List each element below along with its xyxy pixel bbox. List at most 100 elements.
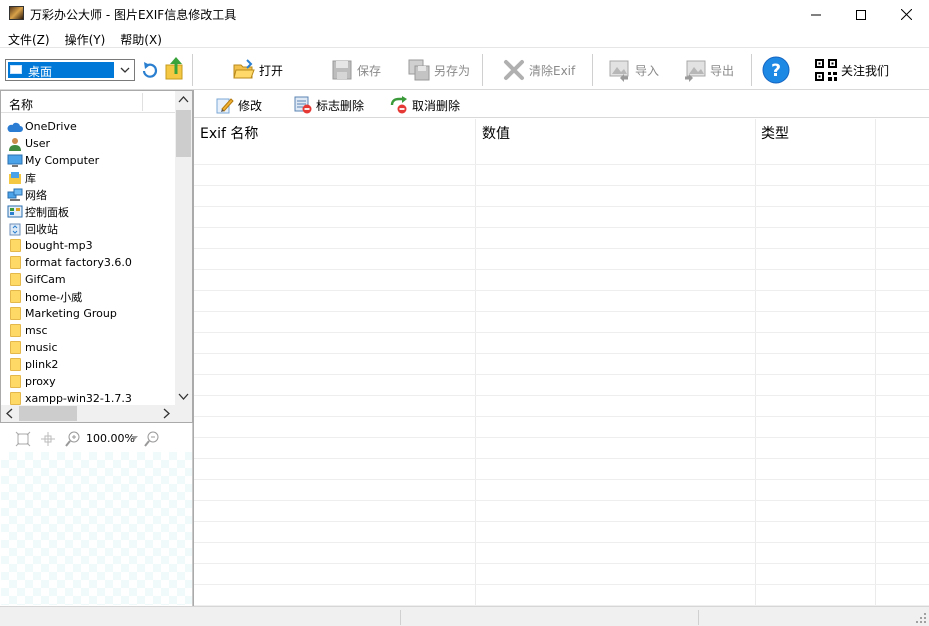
table-row-divider <box>194 248 929 249</box>
column-header-type[interactable]: 类型 <box>761 123 789 143</box>
tree-vertical-scrollbar[interactable] <box>175 91 192 407</box>
maximize-button[interactable] <box>838 0 884 29</box>
save-button-label: 保存 <box>357 63 382 78</box>
location-combobox[interactable]: 桌面 <box>5 59 135 81</box>
tree-item[interactable]: home-小威 <box>1 288 175 305</box>
menu-help[interactable]: 帮助(X) <box>112 29 169 47</box>
table-row-divider <box>194 311 929 312</box>
scroll-corner <box>175 405 192 422</box>
cancel-delete-button[interactable]: 取消删除 <box>390 95 460 115</box>
tree-vertical-scroll-thumb[interactable] <box>176 110 191 157</box>
status-cell-divider <box>698 610 699 625</box>
tree-item[interactable]: 库 <box>1 169 175 186</box>
folder-tree[interactable]: 名称 OneDrive User My Computer 库网络 控制面板 回收站 boug… <box>0 90 193 423</box>
scroll-left-icon <box>6 408 13 419</box>
table-row-divider <box>194 563 929 564</box>
folder-up-icon <box>165 57 183 80</box>
minimize-button[interactable] <box>793 0 839 29</box>
tree-item[interactable]: 控制面板 <box>1 203 175 220</box>
table-row-divider <box>194 185 929 186</box>
minimize-icon <box>811 14 821 15</box>
column-header-exif-name[interactable]: Exif 名称 <box>200 123 258 143</box>
mark-delete-button[interactable]: 标志删除 <box>294 95 364 115</box>
column-header-value[interactable]: 数值 <box>482 123 510 143</box>
svg-text:?: ? <box>771 61 781 81</box>
menu-file[interactable]: 文件(Z) <box>0 29 57 47</box>
save-as-button-label: 另存为 <box>434 63 471 78</box>
tree-item[interactable]: Marketing Group <box>1 305 175 322</box>
export-button-label: 导出 <box>710 63 735 78</box>
folder-icon <box>7 273 23 287</box>
tree-item[interactable]: msc <box>1 322 175 339</box>
actual-size-icon[interactable] <box>40 431 56 447</box>
table-row-divider <box>194 290 929 291</box>
table-row-divider <box>194 584 929 585</box>
mark-delete-button-label: 标志删除 <box>316 98 365 113</box>
status-cell-divider <box>400 610 401 625</box>
tree-item-label: GifCam <box>25 273 66 286</box>
exif-toolbar: 修改 标志删除 取消删除 <box>194 90 929 118</box>
tree-item[interactable]: OneDrive <box>1 118 175 135</box>
scroll-up-icon <box>178 96 189 103</box>
tree-item[interactable]: My Computer <box>1 152 175 169</box>
tree-item-label: 库 <box>25 171 36 185</box>
desktop-icon <box>10 65 22 74</box>
tree-item[interactable]: format factory3.6.0 <box>1 254 175 271</box>
tree-item[interactable]: User <box>1 135 175 152</box>
clear-exif-button[interactable]: 清除Exif <box>502 56 575 84</box>
tree-item[interactable]: bought-mp3 <box>1 237 175 254</box>
exif-table[interactable]: Exif 名称 数值 类型 <box>194 119 929 606</box>
export-button[interactable]: 导出 <box>683 56 734 84</box>
zoom-in-icon[interactable] <box>65 431 81 447</box>
qr-code-icon <box>815 59 837 81</box>
save-button[interactable]: 保存 <box>330 56 381 84</box>
help-question-icon: ? <box>762 56 790 84</box>
app-window: 万彩办公大师 - 图片EXIF信息修改工具 文件(Z) 操作(Y) 帮助(X) … <box>0 0 929 626</box>
edit-button-label: 修改 <box>238 98 263 113</box>
zoom-out-icon[interactable] <box>144 431 160 447</box>
save-as-button[interactable]: 另存为 <box>407 56 470 84</box>
chevron-down-icon <box>120 67 130 73</box>
export-image-icon <box>685 60 706 82</box>
parent-folder-button[interactable] <box>164 56 188 82</box>
toolbar-separator <box>482 54 483 86</box>
zoom-dropdown-icon[interactable] <box>131 436 138 441</box>
window-title: 万彩办公大师 - 图片EXIF信息修改工具 <box>30 8 237 22</box>
open-button[interactable]: 打开 <box>232 56 283 84</box>
import-button-label: 导入 <box>635 63 660 78</box>
tree-item[interactable]: 网络 <box>1 186 175 203</box>
tree-horizontal-scrollbar[interactable] <box>1 405 175 422</box>
table-row-divider <box>194 479 929 480</box>
refresh-button[interactable] <box>140 60 160 80</box>
tree-item-label: My Computer <box>25 154 100 167</box>
tree-item[interactable]: proxy <box>1 373 175 390</box>
tree-item[interactable]: music <box>1 339 175 356</box>
location-selection: 桌面 <box>8 62 114 79</box>
tree-horizontal-scroll-thumb[interactable] <box>19 406 77 421</box>
follow-us-button[interactable]: 关注我们 <box>814 56 889 84</box>
table-row-divider <box>194 458 929 459</box>
folder-icon <box>7 341 23 355</box>
tree-item[interactable]: 回收站 <box>1 220 175 237</box>
fit-window-icon[interactable] <box>15 431 31 447</box>
help-button[interactable]: ? <box>762 56 790 84</box>
tree-item-label: bought-mp3 <box>25 239 93 252</box>
menu-operation[interactable]: 操作(Y) <box>57 29 113 47</box>
tree-item[interactable]: plink2 <box>1 356 175 373</box>
tree-header-name[interactable]: 名称 <box>9 96 33 113</box>
tree-item-label: User <box>25 137 51 150</box>
location-value: 桌面 <box>28 65 53 79</box>
tree-item[interactable]: GifCam <box>1 271 175 288</box>
zoom-value[interactable]: 100.00% <box>86 432 135 445</box>
cloud-icon <box>7 120 23 134</box>
folder-icon <box>7 392 23 406</box>
close-button[interactable] <box>883 0 929 29</box>
edit-button[interactable]: 修改 <box>216 95 262 115</box>
table-row-divider <box>194 269 929 270</box>
folder-icon <box>7 324 23 338</box>
computer-icon <box>7 154 23 168</box>
user-icon <box>7 137 23 151</box>
import-button[interactable]: 导入 <box>608 56 659 84</box>
resize-grip-icon[interactable] <box>915 612 927 624</box>
table-row-divider <box>194 332 929 333</box>
